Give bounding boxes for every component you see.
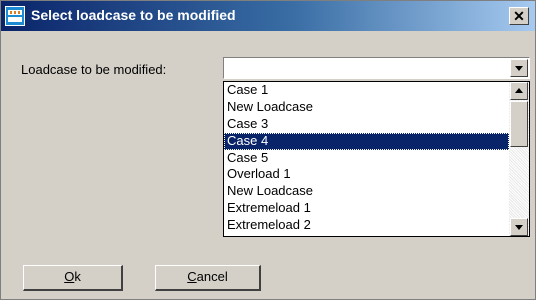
scroll-up-button[interactable] xyxy=(510,82,528,100)
dialog-window: Select loadcase to be modified ✕ Loadcas… xyxy=(0,0,536,300)
list-item[interactable]: New Loadcase xyxy=(224,183,509,200)
app-logo-icon xyxy=(5,6,25,26)
loadcase-list[interactable]: Case 1 New Loadcase Case 3 Case 4 Case 5 Over… xyxy=(223,81,530,237)
ok-button[interactable]: Ok xyxy=(23,265,123,291)
list-item[interactable]: Overload 1 xyxy=(224,166,509,183)
loadcase-label: Loadcase to be modified: xyxy=(21,62,167,77)
list-item[interactable]: Extremeload 1 xyxy=(224,200,509,217)
list-item[interactable]: New Loadcase xyxy=(224,99,509,116)
scroll-down-button[interactable] xyxy=(510,218,528,236)
vertical-scrollbar[interactable] xyxy=(509,82,529,236)
list-item[interactable]: Case 1 xyxy=(224,82,509,99)
dropdown-button[interactable] xyxy=(510,59,528,77)
list-item[interactable]: Case 5 xyxy=(224,150,509,167)
ok-mnemonic: O xyxy=(64,269,75,284)
loadcase-combobox[interactable] xyxy=(223,57,530,79)
cancel-button[interactable]: Cancel xyxy=(155,265,261,291)
list-items: Case 1 New Loadcase Case 3 Case 4 Case 5 Over… xyxy=(224,82,509,234)
ok-label: k xyxy=(74,269,81,284)
title-bar[interactable]: Select loadcase to be modified ✕ xyxy=(1,1,535,31)
arrow-down-icon xyxy=(515,225,523,230)
list-item[interactable]: Extremeload 2 xyxy=(224,217,509,234)
chevron-down-icon xyxy=(515,66,523,71)
list-item[interactable]: Case 4 xyxy=(224,132,509,150)
scroll-thumb[interactable] xyxy=(510,101,528,147)
arrow-up-icon xyxy=(515,88,523,93)
window-title: Select loadcase to be modified xyxy=(31,7,236,23)
cancel-mnemonic: C xyxy=(187,269,197,284)
list-item[interactable]: Case 3 xyxy=(224,116,509,133)
cancel-label: ancel xyxy=(196,269,228,284)
close-button[interactable]: ✕ xyxy=(509,7,529,25)
close-icon: ✕ xyxy=(513,8,525,24)
